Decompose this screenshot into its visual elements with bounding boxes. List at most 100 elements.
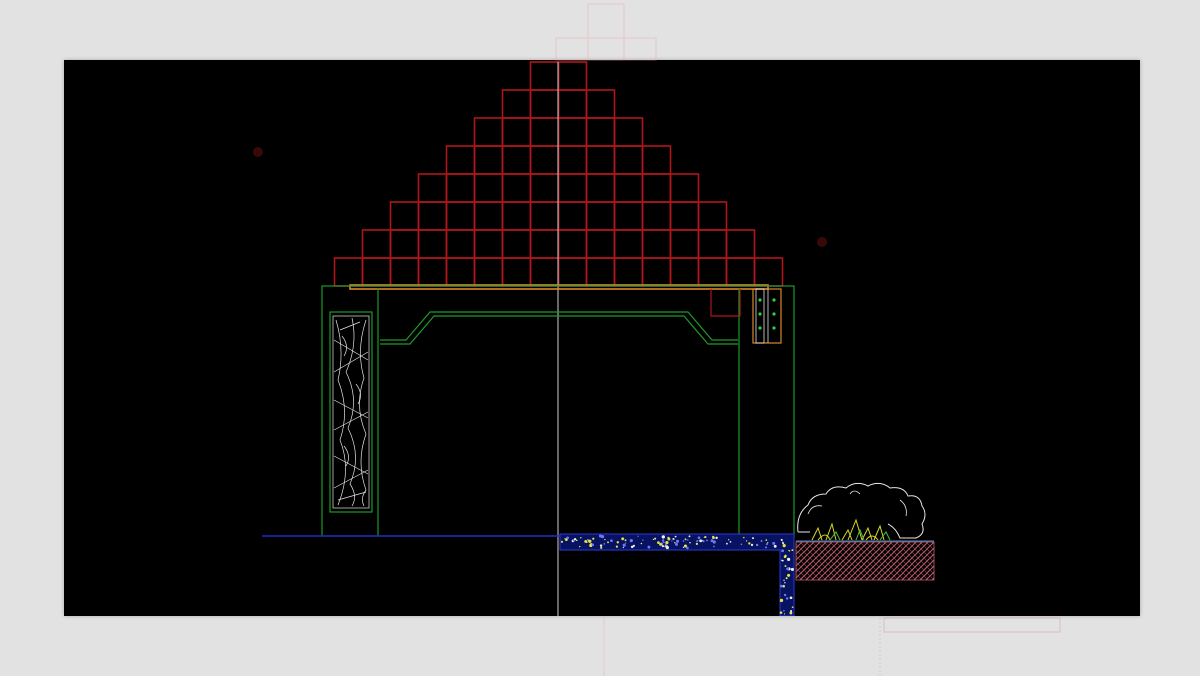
- roof-cell: [417, 257, 448, 287]
- gravel-dot: [783, 579, 785, 581]
- gravel-dot: [682, 546, 685, 548]
- gravel-dot: [674, 541, 676, 544]
- roof-cell: [557, 61, 588, 91]
- gravel-dot: [773, 544, 777, 548]
- gravel-dot: [781, 549, 785, 553]
- gravel-dot: [787, 573, 791, 577]
- roof-cell: [585, 173, 616, 203]
- roof-cell: [613, 257, 644, 287]
- gravel-dot: [783, 609, 785, 612]
- grass: [811, 518, 885, 541]
- gravel-dot: [688, 535, 691, 538]
- gravel-dot: [607, 541, 609, 544]
- gravel-dot: [713, 545, 715, 548]
- roof-cell: [585, 117, 616, 147]
- gravel-dot: [786, 567, 790, 571]
- stray-mark: [253, 147, 263, 157]
- gravel-dot: [740, 543, 743, 546]
- roof-cell: [585, 89, 616, 119]
- gravel-dot: [624, 542, 627, 544]
- gravel-dot: [779, 611, 783, 614]
- gravel-dot: [782, 542, 785, 545]
- roof-cell: [389, 257, 420, 287]
- roof-cell: [529, 61, 560, 91]
- gravel-dot: [664, 545, 667, 548]
- roof-cell: [613, 201, 644, 231]
- gravel-dot: [728, 539, 730, 541]
- roof-cell: [501, 89, 532, 119]
- roof-cell: [613, 145, 644, 175]
- soil-hatch: [795, 541, 935, 581]
- gravel-dot: [706, 539, 708, 542]
- gravel-dot: [695, 542, 699, 546]
- roof-cell: [473, 145, 504, 175]
- gravel-dot: [689, 542, 691, 544]
- roof-cell: [473, 117, 504, 147]
- roof-bracket: [710, 289, 741, 317]
- roof-cell: [585, 201, 616, 231]
- gravel-dot: [702, 540, 705, 543]
- shrub-inner: [807, 490, 907, 517]
- roof-cell: [389, 229, 420, 259]
- roof-cell: [529, 257, 560, 287]
- roof-cell: [697, 257, 728, 287]
- gravel-dot: [784, 565, 787, 567]
- gravel-dot: [647, 545, 651, 549]
- roof-cell: [501, 229, 532, 259]
- gravel-dot: [600, 546, 603, 549]
- gravel-dot: [729, 541, 732, 543]
- roof-cell: [445, 257, 476, 287]
- gravel-dot: [598, 534, 602, 538]
- gravel-dot: [697, 536, 701, 540]
- gravel-dot: [783, 593, 787, 597]
- gravel-dot: [575, 539, 578, 542]
- gravel-dot: [780, 538, 783, 541]
- roof-cell: [697, 229, 728, 259]
- roof-cell: [585, 229, 616, 259]
- gravel-dot: [781, 559, 783, 561]
- gravel-dot: [615, 545, 619, 548]
- gravel-dot: [591, 543, 595, 546]
- gravel-dot: [785, 597, 789, 600]
- gravel-dot: [682, 540, 685, 542]
- roof-cell: [501, 173, 532, 203]
- gravel-dot: [703, 536, 706, 538]
- gravel-dot: [750, 543, 754, 547]
- roof-cell: [697, 201, 728, 231]
- roof-cell: [669, 173, 700, 203]
- gravel-dot: [632, 544, 636, 547]
- gravel-dot: [675, 539, 680, 543]
- gravel-dot: [661, 535, 665, 539]
- gravel-dot: [790, 609, 793, 613]
- roof-cell: [613, 229, 644, 259]
- gravel-dot: [667, 537, 671, 541]
- roof-cell: [613, 117, 644, 147]
- roof-cell: [529, 173, 560, 203]
- gravel-foundation: [559, 533, 795, 616]
- roof-cell: [641, 173, 672, 203]
- roof-cell: [557, 173, 588, 203]
- roof-cell: [585, 257, 616, 287]
- roof-cell: [445, 229, 476, 259]
- gravel-dot: [675, 542, 678, 546]
- gravel-dot: [748, 542, 751, 545]
- roof-cell: [417, 201, 448, 231]
- ghost-ground-outline: [879, 617, 1061, 676]
- gravel-dot: [616, 541, 620, 544]
- roof-cell: [389, 201, 420, 231]
- roof-cell: [557, 201, 588, 231]
- gravel-dot: [603, 543, 606, 545]
- gravel-dot: [671, 540, 673, 542]
- roof-cell: [361, 229, 392, 259]
- roof-cell: [585, 145, 616, 175]
- roof-cell: [557, 117, 588, 147]
- gravel-dot: [782, 584, 785, 588]
- gravel-dot: [652, 538, 655, 541]
- screenshot-stage: [0, 0, 1200, 676]
- gravel-dot: [785, 577, 788, 580]
- gravel-dot: [584, 539, 588, 543]
- roof-cell: [445, 145, 476, 175]
- gravel-dot: [560, 540, 564, 543]
- gravel-dot: [637, 535, 639, 537]
- gravel-dot: [622, 543, 626, 547]
